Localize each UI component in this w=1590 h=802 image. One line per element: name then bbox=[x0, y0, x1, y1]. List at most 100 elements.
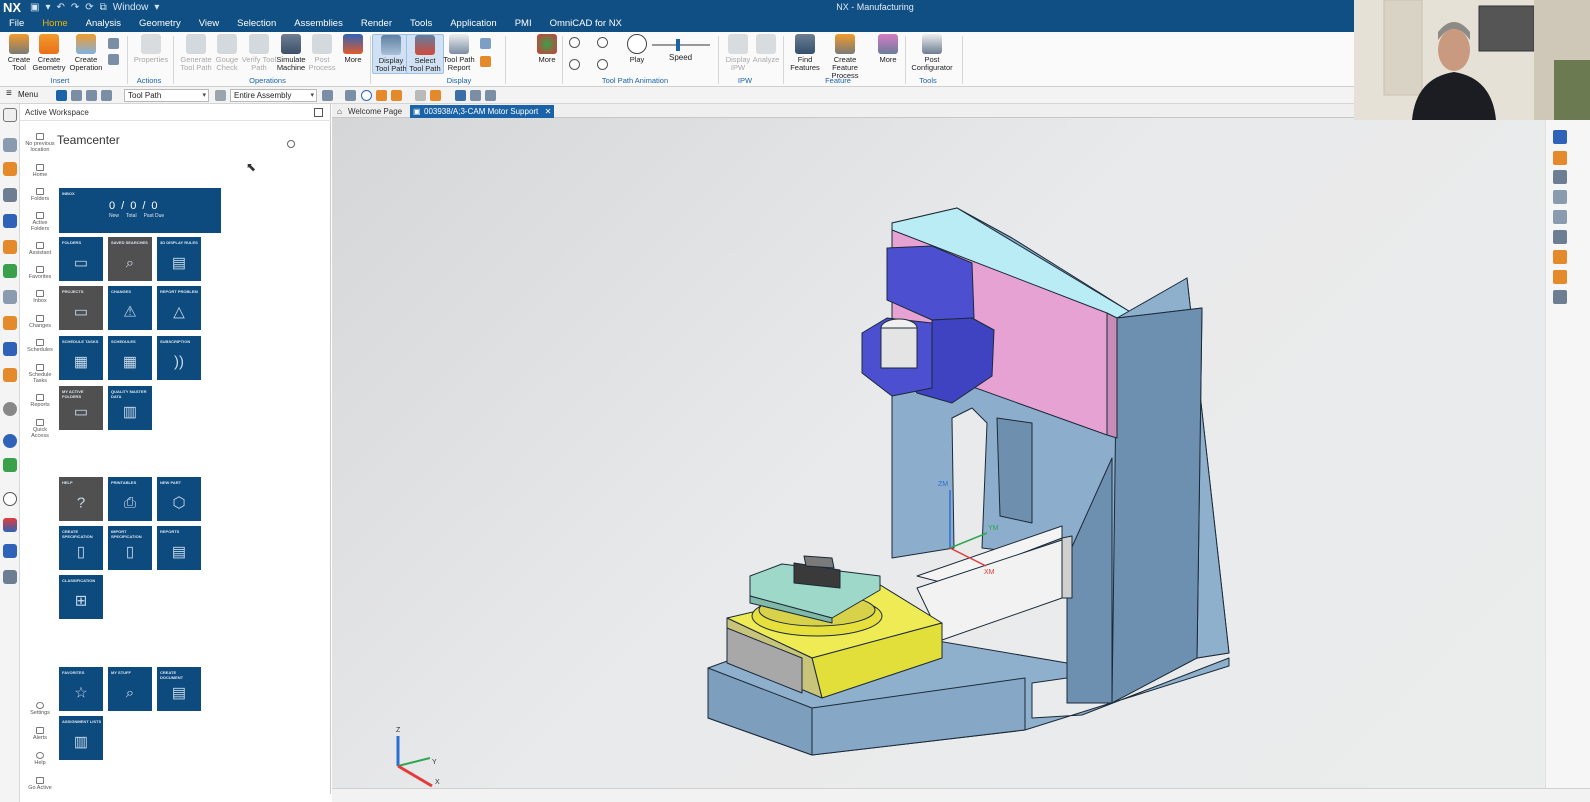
tab-render[interactable]: Render bbox=[352, 16, 401, 32]
analyze-button[interactable]: Analyze bbox=[747, 34, 785, 64]
assembly-navigator-icon[interactable] bbox=[3, 214, 17, 228]
zoom-icon[interactable] bbox=[1553, 210, 1567, 224]
close-icon[interactable]: ✕ bbox=[545, 105, 552, 118]
create-feature-process-button[interactable]: Create Feature Process bbox=[821, 34, 869, 80]
play-button[interactable]: Play bbox=[618, 34, 656, 64]
snap-icon[interactable] bbox=[322, 90, 333, 101]
tile-report-problem[interactable]: Report Problem △ bbox=[157, 286, 201, 330]
speed-slider[interactable] bbox=[652, 39, 710, 51]
tile-help[interactable]: Help? bbox=[59, 477, 103, 521]
selection-filter-icon-4[interactable] bbox=[101, 90, 112, 101]
pan-icon[interactable] bbox=[1553, 190, 1567, 204]
tool-path-filter-icon[interactable] bbox=[455, 90, 466, 101]
nav-favorites[interactable]: Favorites bbox=[24, 266, 56, 280]
snap-icon-4[interactable] bbox=[391, 90, 402, 101]
dropdown-icon[interactable]: ▾ bbox=[45, 2, 50, 14]
selection-filter-icon[interactable] bbox=[56, 90, 67, 101]
roles-icon[interactable] bbox=[3, 316, 17, 330]
tile-projects[interactable]: Projects ▭ bbox=[59, 286, 103, 330]
tile-favorites[interactable]: Favorites ☆ bbox=[59, 667, 103, 711]
nav-help[interactable]: Help bbox=[24, 752, 56, 766]
switch-window-icon[interactable]: ⧉ bbox=[100, 2, 107, 14]
display-option-icon-2[interactable] bbox=[480, 56, 491, 67]
tile-changes[interactable]: Changes ⚠ bbox=[108, 286, 152, 330]
menu-button[interactable]: Menu bbox=[18, 90, 38, 99]
rewind-icon[interactable] bbox=[569, 59, 580, 70]
filter-reset-icon[interactable] bbox=[215, 90, 226, 101]
machine-tool-navigator-icon[interactable] bbox=[3, 188, 17, 202]
create-geometry-button[interactable]: Create Geometry bbox=[30, 34, 68, 72]
tile-quality-master-data[interactable]: Quality Master Data ▥ bbox=[108, 386, 152, 430]
tab-view[interactable]: View bbox=[190, 16, 228, 32]
view-orient-icon[interactable] bbox=[1553, 130, 1567, 144]
analysis-icon[interactable] bbox=[3, 518, 17, 532]
settings-icon[interactable] bbox=[3, 108, 17, 122]
constraint-navigator-icon[interactable] bbox=[3, 342, 17, 356]
tile-reports[interactable]: Reports ▤ bbox=[157, 526, 201, 570]
nav-reports[interactable]: Reports bbox=[24, 394, 56, 408]
nav-home[interactable]: Home bbox=[24, 164, 56, 178]
info-icon[interactable] bbox=[1553, 290, 1567, 304]
layer-icon[interactable] bbox=[1553, 270, 1567, 284]
tile-assignment-lists[interactable]: Assignment Lists ▥ bbox=[59, 716, 103, 760]
more-feature-button[interactable]: More bbox=[869, 34, 907, 64]
search-icon[interactable] bbox=[287, 140, 295, 148]
tab-active-part[interactable]: ▣ 003938/A;3-CAM Motor Support ✕ bbox=[410, 105, 555, 118]
tab-home[interactable]: Home bbox=[33, 16, 76, 32]
history-icon[interactable] bbox=[3, 290, 17, 304]
tile-3d-display-rules[interactable]: 3D Display Rules ▤ bbox=[157, 237, 201, 281]
redo-icon[interactable]: ↷ bbox=[71, 2, 79, 14]
tab-assemblies[interactable]: Assemblies bbox=[285, 16, 352, 32]
tab-geometry[interactable]: Geometry bbox=[130, 16, 190, 32]
active-workspace-icon[interactable] bbox=[3, 458, 17, 472]
measure-icon[interactable] bbox=[3, 544, 17, 558]
system-scene-icon[interactable] bbox=[3, 402, 17, 416]
display-tool-path-button[interactable]: Display Tool Path bbox=[372, 34, 410, 74]
fit-icon[interactable] bbox=[1553, 151, 1567, 165]
tile-schedule-tasks[interactable]: Schedule Tasks ▦ bbox=[59, 336, 103, 380]
stop-icon[interactable] bbox=[597, 37, 608, 48]
menu-icon[interactable]: ≡ bbox=[6, 88, 12, 99]
tab-analysis[interactable]: Analysis bbox=[77, 16, 130, 32]
nav-active-folders[interactable]: Active Folders bbox=[24, 212, 56, 232]
tool-path-filter-icon-3[interactable] bbox=[485, 90, 496, 101]
tile-printables[interactable]: Printables ⎙ bbox=[108, 477, 152, 521]
operation-navigator-icon[interactable] bbox=[3, 162, 17, 176]
more-operations-button[interactable]: More bbox=[334, 34, 372, 64]
insert-small-icon-2[interactable] bbox=[108, 54, 119, 65]
tile-create-specification[interactable]: Create Specification ▯ bbox=[59, 526, 103, 570]
nav-changes[interactable]: Changes bbox=[24, 315, 56, 329]
more-display-button[interactable]: More bbox=[528, 34, 566, 64]
web-browser-icon[interactable] bbox=[3, 264, 17, 278]
step-back-icon[interactable] bbox=[569, 37, 580, 48]
tile-folders[interactable]: Folders ▭ bbox=[59, 237, 103, 281]
speed-slider-thumb[interactable] bbox=[676, 39, 680, 51]
snap-icon-2[interactable] bbox=[345, 90, 356, 101]
select-tool-path-button[interactable]: Select Tool Path bbox=[406, 34, 444, 74]
tab-tools[interactable]: Tools bbox=[401, 16, 441, 32]
selection-filter-icon-3[interactable] bbox=[86, 90, 97, 101]
tile-new-part[interactable]: New Part ⬡ bbox=[157, 477, 201, 521]
post-configurator-button[interactable]: Post Configurator bbox=[910, 34, 954, 72]
nav-no-previous-location[interactable]: No previous location bbox=[24, 133, 56, 153]
type-filter-dropdown[interactable]: Tool Path ▾ bbox=[124, 89, 209, 102]
tab-pmi[interactable]: PMI bbox=[506, 16, 541, 32]
customize-icon[interactable]: ▾ bbox=[154, 2, 159, 14]
rotate-icon[interactable] bbox=[1553, 170, 1567, 184]
tile-import-specification[interactable]: Import Specification ▯ bbox=[108, 526, 152, 570]
forward-icon[interactable] bbox=[597, 59, 608, 70]
reuse-library-icon[interactable] bbox=[3, 240, 17, 254]
tile-create-document[interactable]: Create Document ▤ bbox=[157, 667, 201, 711]
nav-alerts[interactable]: Alerts bbox=[24, 727, 56, 741]
tile-my-stuff[interactable]: My Stuff ⌕ bbox=[108, 667, 152, 711]
save-icon[interactable]: ▣ bbox=[30, 2, 39, 14]
part-navigator-icon[interactable] bbox=[3, 138, 17, 152]
nav-go-active[interactable]: Go Active bbox=[24, 777, 56, 791]
inbox-tile[interactable]: Inbox 0/ 0/ 0 New Total Past Due bbox=[59, 188, 221, 233]
render-style-icon[interactable] bbox=[1553, 250, 1567, 264]
tab-omnicad[interactable]: OmniCAD for NX bbox=[541, 16, 631, 32]
tab-file[interactable]: File bbox=[0, 16, 33, 32]
snap-point-icon[interactable] bbox=[361, 90, 372, 101]
maximize-icon[interactable] bbox=[314, 108, 323, 117]
window-menu[interactable]: Window bbox=[113, 2, 149, 14]
